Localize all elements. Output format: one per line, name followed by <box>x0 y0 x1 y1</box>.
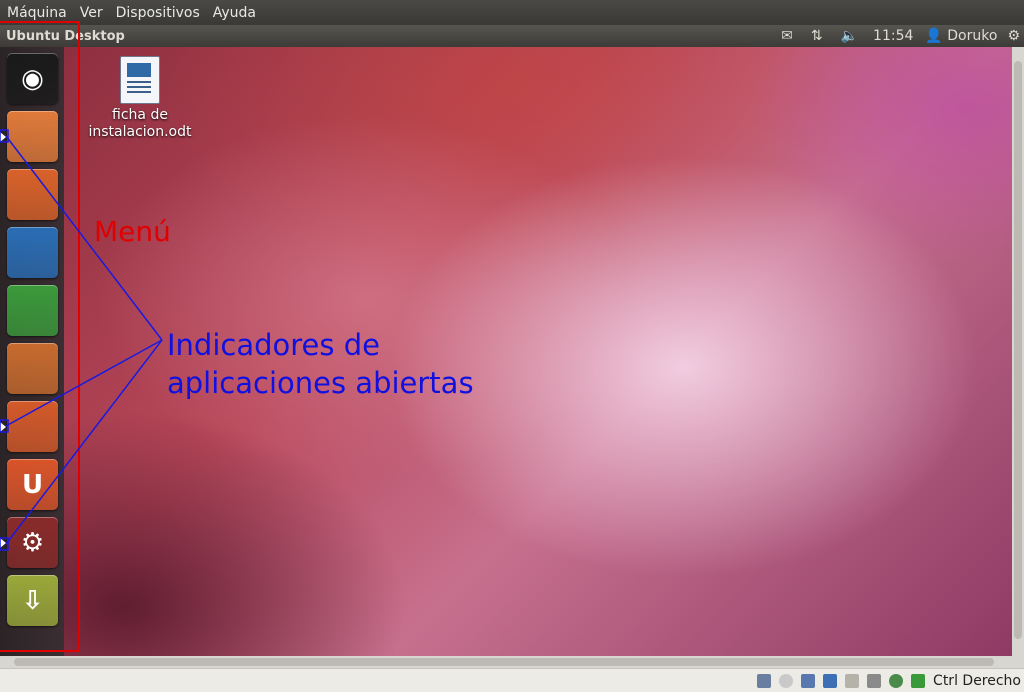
vertical-scrollbar[interactable] <box>1012 47 1024 656</box>
display-icon[interactable] <box>867 673 882 688</box>
optical-drive-icon[interactable] <box>779 673 794 688</box>
vertical-scroll-thumb[interactable] <box>1014 61 1022 639</box>
mouse-integration-icon[interactable] <box>911 673 926 688</box>
host-key-label: Ctrl Derecho <box>933 672 1021 689</box>
virtualization-icon[interactable] <box>889 673 904 688</box>
network-adapter-icon[interactable] <box>823 673 838 688</box>
vbox-statusbar: Ctrl Derecho <box>0 668 1024 692</box>
shared-folders-icon[interactable] <box>845 673 860 688</box>
horizontal-scrollbar[interactable] <box>0 656 1024 668</box>
usb-icon[interactable] <box>801 673 816 688</box>
hard-disk-icon[interactable] <box>757 673 772 688</box>
annotation-arrows <box>0 129 163 551</box>
horizontal-scroll-thumb[interactable] <box>14 658 994 666</box>
